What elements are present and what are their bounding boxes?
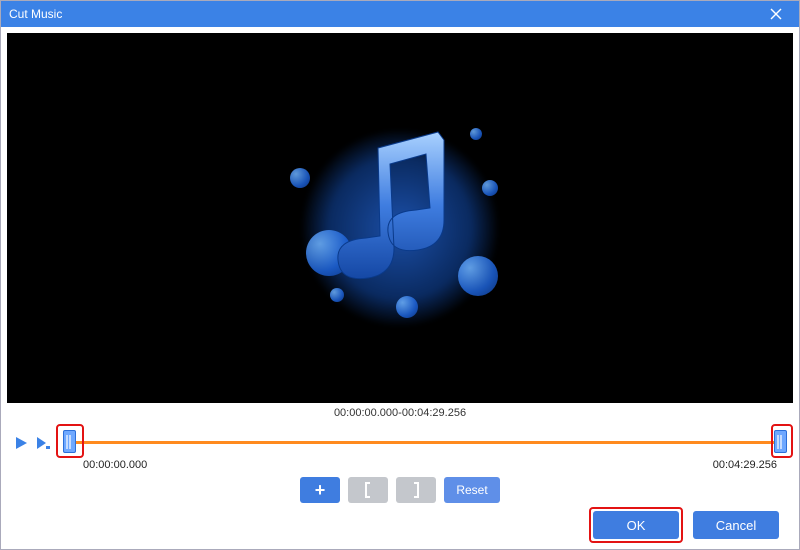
- close-button[interactable]: [761, 1, 791, 27]
- play-icon: [14, 436, 28, 450]
- bracket-right-button: [396, 477, 436, 503]
- ok-label: OK: [627, 518, 646, 533]
- play-buttons-group: [11, 434, 53, 452]
- reset-button[interactable]: Reset: [444, 477, 500, 503]
- play-button[interactable]: [11, 434, 31, 452]
- preview-area: [7, 33, 793, 403]
- reset-label: Reset: [456, 483, 487, 497]
- bracket-left-button: [348, 477, 388, 503]
- start-handle[interactable]: [63, 430, 76, 453]
- trim-track[interactable]: [57, 423, 789, 463]
- plus-icon: +: [315, 480, 326, 501]
- bracket-left-icon: [363, 482, 373, 498]
- controls-area: 00:00:00.000-00:04:29.256: [1, 403, 799, 549]
- bracket-right-icon: [411, 482, 421, 498]
- segment-buttons: + Reset: [11, 477, 789, 503]
- add-segment-button[interactable]: +: [300, 477, 340, 503]
- range-display: 00:00:00.000-00:04:29.256: [11, 407, 789, 419]
- ok-button[interactable]: OK: [593, 511, 679, 539]
- titlebar: Cut Music: [1, 1, 799, 27]
- window-title: Cut Music: [9, 7, 62, 21]
- cut-music-window: Cut Music: [0, 0, 800, 550]
- music-note-art: [270, 88, 530, 348]
- close-icon: [770, 8, 782, 20]
- play-to-end-button[interactable]: [33, 434, 53, 452]
- cancel-label: Cancel: [716, 518, 756, 533]
- cancel-button[interactable]: Cancel: [693, 511, 779, 539]
- track-row: [11, 423, 789, 463]
- play-to-end-icon: [35, 436, 51, 450]
- track-line: [71, 441, 775, 444]
- music-note-icon: [270, 88, 530, 348]
- dialog-buttons: OK Cancel: [11, 511, 789, 539]
- end-handle[interactable]: [774, 430, 787, 453]
